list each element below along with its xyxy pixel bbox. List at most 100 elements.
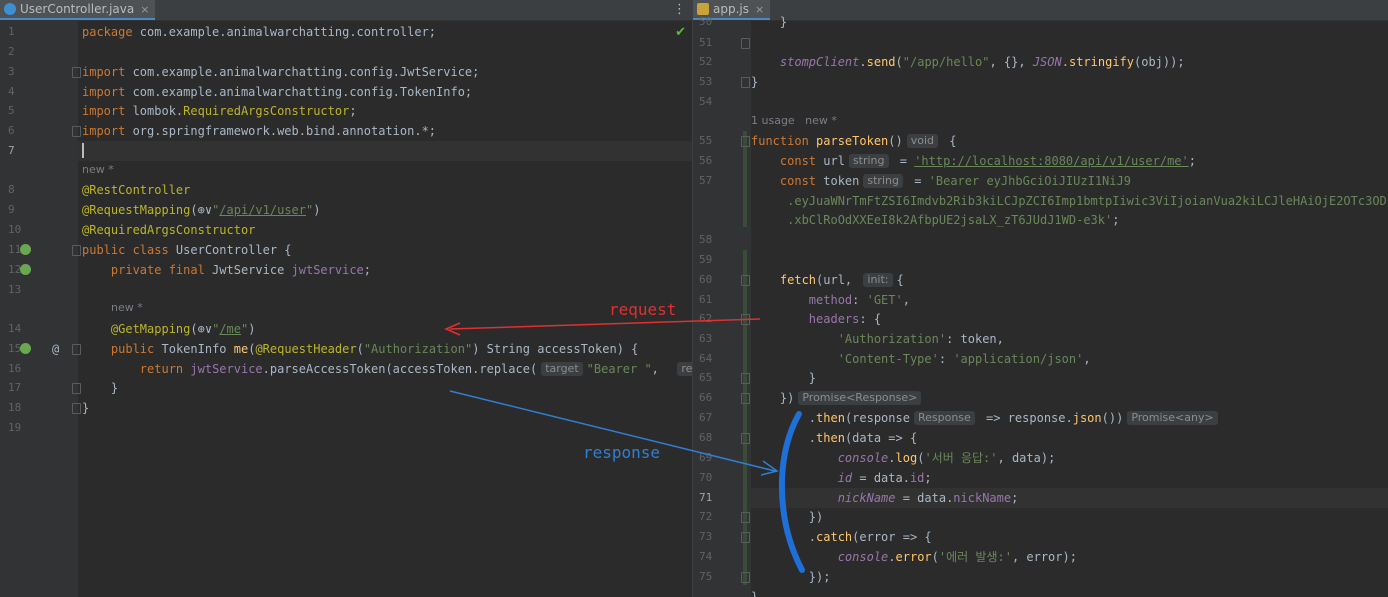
code-line[interactable]: import com.example.animalwarchatting.con…: [78, 62, 692, 82]
fold-icon[interactable]: [72, 245, 81, 256]
code-line[interactable]: @RequestMapping(⊕∨"/api/v1/user"): [78, 200, 692, 220]
spring-endpoint-icon[interactable]: [20, 343, 31, 354]
line-number[interactable]: 68: [699, 428, 712, 448]
code-line[interactable]: nickName = data.nickName;: [751, 488, 1388, 508]
line-number[interactable]: 62: [699, 309, 712, 329]
code-line[interactable]: }: [78, 398, 692, 418]
code-line[interactable]: import lombok.RequiredArgsConstructor;: [78, 101, 692, 121]
code-line[interactable]: [751, 250, 1388, 270]
fold-icon[interactable]: [741, 275, 750, 286]
code-line[interactable]: console.error('에러 발생:', error);: [751, 547, 1388, 567]
code-line[interactable]: [78, 42, 692, 62]
line-number[interactable]: 67: [699, 408, 712, 428]
code-line[interactable]: }: [78, 378, 692, 398]
line-number[interactable]: 61: [699, 290, 712, 310]
line-number[interactable]: 16: [8, 359, 21, 379]
code-line[interactable]: 'Authorization': token,: [751, 329, 1388, 349]
code-line[interactable]: public TokenInfo me(@RequestHeader("Auth…: [78, 339, 692, 359]
fold-icon[interactable]: [72, 403, 81, 414]
line-number[interactable]: 60: [699, 270, 712, 290]
code-line[interactable]: [78, 141, 692, 161]
line-number[interactable]: 69: [699, 448, 712, 468]
fold-icon[interactable]: [741, 373, 750, 384]
line-number[interactable]: 3: [8, 62, 15, 82]
code-line[interactable]: }: [751, 72, 1388, 92]
line-number[interactable]: 56: [699, 151, 712, 171]
code-line[interactable]: .then(response Response => response.json(…: [751, 408, 1388, 428]
spring-bean-icon[interactable]: [20, 244, 31, 255]
fold-icon[interactable]: [72, 383, 81, 394]
code-line[interactable]: [78, 418, 692, 438]
line-number[interactable]: 72: [699, 507, 712, 527]
line-number[interactable]: 70: [699, 468, 712, 488]
code-line[interactable]: import org.springframework.web.bind.anno…: [78, 121, 692, 141]
code-line[interactable]: public class UserController {: [78, 240, 692, 260]
fold-icon[interactable]: [72, 67, 81, 78]
line-number[interactable]: 52: [699, 52, 712, 72]
line-number[interactable]: 64: [699, 349, 712, 369]
code-line[interactable]: 'Content-Type': 'application/json',: [751, 349, 1388, 369]
line-number[interactable]: 73: [699, 527, 712, 547]
line-number[interactable]: 5: [8, 101, 15, 121]
code-line[interactable]: }: [751, 12, 1388, 32]
code-line[interactable]: console.log('서버 응답:', data);: [751, 448, 1388, 468]
line-number[interactable]: 63: [699, 329, 712, 349]
fold-icon[interactable]: [72, 126, 81, 137]
code-line[interactable]: .eyJuaWNrTmFtZSI6Imdvb2Rib3kiLCJpZCI6Imp…: [751, 191, 1388, 211]
code-line[interactable]: headers: {: [751, 309, 1388, 329]
fold-icon[interactable]: [741, 512, 750, 523]
code-line[interactable]: package com.example.animalwarchatting.co…: [78, 22, 692, 42]
line-number[interactable]: 54: [699, 92, 712, 112]
code-line[interactable]: private final JwtService jwtService;: [78, 260, 692, 280]
line-number[interactable]: 9: [8, 200, 15, 220]
code-line[interactable]: });: [751, 567, 1388, 587]
more-options-icon[interactable]: ⋮: [673, 2, 686, 17]
fold-icon[interactable]: [741, 38, 750, 49]
line-number[interactable]: 58: [699, 230, 712, 250]
code-line[interactable]: [751, 33, 1388, 53]
code-line[interactable]: return jwtService.parseAccessToken(acces…: [78, 359, 692, 379]
code-line[interactable]: @RestController: [78, 180, 692, 200]
code-vision-hint[interactable]: new *: [82, 162, 114, 178]
line-number[interactable]: 13: [8, 280, 21, 300]
line-number[interactable]: 57: [699, 171, 712, 191]
code-line[interactable]: }): [751, 507, 1388, 527]
fold-icon[interactable]: [741, 393, 750, 404]
fold-icon[interactable]: [741, 433, 750, 444]
code-vision-hint[interactable]: 1 usage new *: [751, 113, 837, 129]
tab-usercontroller-java[interactable]: UserController.java ×: [0, 0, 156, 20]
line-number[interactable]: 65: [699, 368, 712, 388]
line-number[interactable]: 66: [699, 388, 712, 408]
code-line[interactable]: const token string = 'Bearer eyJhbGciOiJI…: [751, 171, 1388, 191]
line-number[interactable]: 8: [8, 180, 15, 200]
close-icon[interactable]: ×: [140, 3, 149, 16]
line-number[interactable]: 75: [699, 567, 712, 587]
code-line[interactable]: import com.example.animalwarchatting.con…: [78, 82, 692, 102]
line-number[interactable]: 6: [8, 121, 15, 141]
code-line[interactable]: .xbClRoOdXXEeI8k2AfbpUE2jsaLX_zT6JUdJ1WD…: [751, 210, 1388, 230]
fold-icon[interactable]: [741, 77, 750, 88]
code-line[interactable]: method: 'GET',: [751, 290, 1388, 310]
line-number[interactable]: 55: [699, 131, 712, 151]
fold-icon[interactable]: [741, 572, 750, 583]
code-line[interactable]: [78, 280, 692, 300]
line-number[interactable]: 7: [8, 141, 15, 161]
line-number[interactable]: 50: [699, 12, 712, 32]
line-number[interactable]: 14: [8, 319, 21, 339]
code-line[interactable]: }: [751, 368, 1388, 388]
code-line[interactable]: [751, 230, 1388, 250]
spring-bean-icon[interactable]: [20, 264, 31, 275]
code-line[interactable]: }) Promise<Response>: [751, 388, 1388, 408]
line-number[interactable]: 2: [8, 42, 15, 62]
line-number[interactable]: 17: [8, 378, 21, 398]
code-line[interactable]: }: [751, 587, 1388, 597]
line-number[interactable]: 59: [699, 250, 712, 270]
fold-icon[interactable]: [72, 344, 81, 355]
right-code-area[interactable]: } stompClient.send("/app/hello", {}, JSO…: [751, 15, 1388, 597]
line-number[interactable]: 18: [8, 398, 21, 418]
line-number[interactable]: 10: [8, 220, 21, 240]
code-line[interactable]: @GetMapping(⊕∨"/me"): [78, 319, 692, 339]
fold-icon[interactable]: [741, 532, 750, 543]
fold-icon[interactable]: [741, 314, 750, 325]
code-line[interactable]: function parseToken() void {: [751, 131, 1388, 151]
